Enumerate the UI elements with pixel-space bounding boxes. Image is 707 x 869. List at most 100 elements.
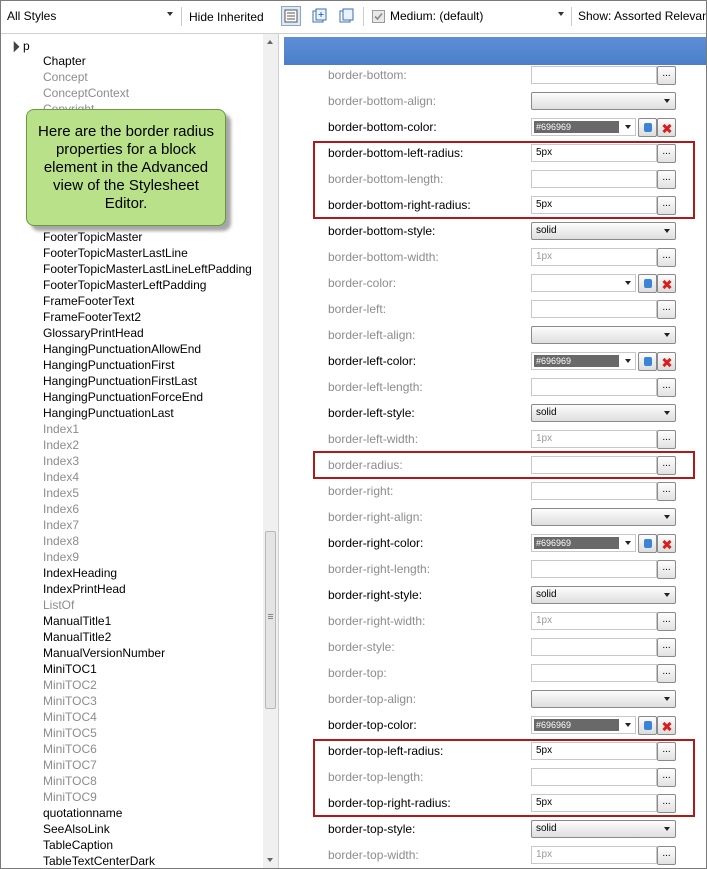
tree-item[interactable]: ManualTitle2 (43, 629, 111, 645)
color-dropdown[interactable]: #696969 (531, 534, 636, 552)
tree-item[interactable]: HangingPunctuationFirst (43, 357, 174, 373)
property-value-field[interactable]: 1px (531, 612, 657, 630)
ellipsis-button[interactable]: ... (657, 560, 676, 579)
property-value-field[interactable]: 1px (531, 846, 657, 864)
tree-item[interactable]: MiniTOC5 (43, 725, 97, 741)
property-value-dropdown[interactable] (531, 92, 676, 110)
tree-item[interactable]: Index8 (43, 533, 79, 549)
property-value-field[interactable] (531, 456, 657, 474)
tree-item[interactable]: MiniTOC6 (43, 741, 97, 757)
tree-item[interactable]: IndexHeading (43, 565, 117, 581)
ellipsis-button[interactable]: ... (657, 430, 676, 449)
property-value-field[interactable] (531, 768, 657, 786)
tree-item[interactable]: Index2 (43, 437, 79, 453)
tree-item[interactable]: SeeAlsoLink (43, 821, 110, 837)
property-value-dropdown[interactable]: solid (531, 404, 676, 422)
ellipsis-button[interactable]: ... (657, 66, 676, 85)
color-picker-icon[interactable] (638, 534, 657, 553)
tree-item[interactable]: TableTextCenterDark (43, 853, 155, 868)
color-picker-icon[interactable] (638, 352, 657, 371)
property-value-dropdown[interactable] (531, 508, 676, 526)
duplicate-style-icon[interactable] (337, 6, 357, 26)
tree-item[interactable]: GlossaryPrintHead (43, 325, 144, 341)
tree-item[interactable]: ManualTitle1 (43, 613, 111, 629)
ellipsis-button[interactable]: ... (657, 456, 676, 475)
tree-item[interactable]: Index6 (43, 501, 79, 517)
ellipsis-button[interactable]: ... (657, 196, 676, 215)
ellipsis-button[interactable]: ... (657, 638, 676, 657)
property-value-field[interactable]: 1px (531, 248, 657, 266)
tree-item[interactable]: ListOf (43, 597, 74, 613)
add-style-icon[interactable] (310, 6, 330, 26)
tree-item[interactable]: MiniTOC8 (43, 773, 97, 789)
ellipsis-button[interactable]: ... (657, 248, 676, 267)
tree-item[interactable]: Chapter (43, 53, 86, 69)
scroll-down-icon[interactable] (267, 858, 273, 862)
tree-item[interactable]: ManualVersionNumber (43, 645, 165, 661)
checkbox-icon[interactable] (368, 6, 388, 26)
property-value-dropdown[interactable]: solid (531, 222, 676, 240)
advanced-view-icon[interactable] (281, 6, 301, 26)
tree-item[interactable]: IndexPrintHead (43, 581, 126, 597)
property-value-field[interactable] (531, 482, 657, 500)
tree-item[interactable]: FrameFooterText (43, 293, 134, 309)
ellipsis-button[interactable]: ... (657, 378, 676, 397)
property-value-field[interactable] (531, 664, 657, 682)
ellipsis-button[interactable]: ... (657, 170, 676, 189)
tree-item[interactable]: MiniTOC7 (43, 757, 97, 773)
styles-filter-dropdown[interactable]: All Styles (7, 6, 177, 26)
color-dropdown[interactable]: #696969 (531, 118, 636, 136)
tree-item[interactable]: FooterTopicMasterLastLineLeftPadding (43, 261, 252, 277)
tree-item[interactable]: FooterTopicMasterLeftPadding (43, 277, 206, 293)
show-filter-dropdown[interactable]: Show: Assorted Relevant (578, 6, 706, 26)
tree-item[interactable]: HangingPunctuationLast (43, 405, 174, 421)
property-value-dropdown[interactable] (531, 326, 676, 344)
property-value-field[interactable] (531, 66, 657, 84)
property-value-field[interactable] (531, 560, 657, 578)
tree-item[interactable]: Index3 (43, 453, 79, 469)
ellipsis-button[interactable]: ... (657, 664, 676, 683)
clear-color-icon[interactable] (657, 716, 676, 735)
property-value-field[interactable] (531, 378, 657, 396)
ellipsis-button[interactable]: ... (657, 612, 676, 631)
property-value-dropdown[interactable]: solid (531, 586, 676, 604)
ellipsis-button[interactable]: ... (657, 846, 676, 865)
property-value-dropdown[interactable] (531, 690, 676, 708)
ellipsis-button[interactable]: ... (657, 482, 676, 501)
tree-item[interactable]: Index9 (43, 549, 79, 565)
property-value-dropdown[interactable]: solid (531, 820, 676, 838)
scroll-up-icon[interactable] (267, 40, 273, 44)
ellipsis-button[interactable]: ... (657, 768, 676, 787)
ellipsis-button[interactable]: ... (657, 742, 676, 761)
ellipsis-button[interactable]: ... (657, 794, 676, 813)
tree-item[interactable]: Index5 (43, 485, 79, 501)
tree-item[interactable]: MiniTOC1 (43, 661, 97, 677)
tree-item[interactable]: MiniTOC2 (43, 677, 97, 693)
property-value-field[interactable]: 1px (531, 430, 657, 448)
tree-item[interactable]: MiniTOC3 (43, 693, 97, 709)
clear-color-icon[interactable] (657, 274, 676, 293)
tree-item[interactable]: quotationname (43, 805, 122, 821)
clear-color-icon[interactable] (657, 352, 676, 371)
tree-scrollbar[interactable] (263, 34, 278, 868)
tree-item[interactable]: Index4 (43, 469, 79, 485)
color-dropdown[interactable]: #696969 (531, 716, 636, 734)
property-value-field[interactable] (531, 638, 657, 656)
tree-item[interactable]: MiniTOC4 (43, 709, 97, 725)
ellipsis-button[interactable]: ... (657, 300, 676, 319)
tree-root-item[interactable]: p (8, 38, 30, 54)
clear-color-icon[interactable] (657, 534, 676, 553)
tree-item[interactable]: HangingPunctuationAllowEnd (43, 341, 201, 357)
property-value-field[interactable]: 5px (531, 144, 657, 162)
tree-item[interactable]: TableCaption (43, 837, 113, 853)
ellipsis-button[interactable]: ... (657, 144, 676, 163)
tree-item[interactable]: FrameFooterText2 (43, 309, 141, 325)
property-value-field[interactable] (531, 300, 657, 318)
tree-item[interactable]: Concept (43, 69, 88, 85)
property-value-field[interactable]: 5px (531, 196, 657, 214)
color-dropdown[interactable] (531, 274, 636, 292)
medium-dropdown[interactable]: Medium: (default) (390, 6, 568, 26)
tree-item[interactable]: Index7 (43, 517, 79, 533)
color-picker-icon[interactable] (638, 274, 657, 293)
clear-color-icon[interactable] (657, 118, 676, 137)
